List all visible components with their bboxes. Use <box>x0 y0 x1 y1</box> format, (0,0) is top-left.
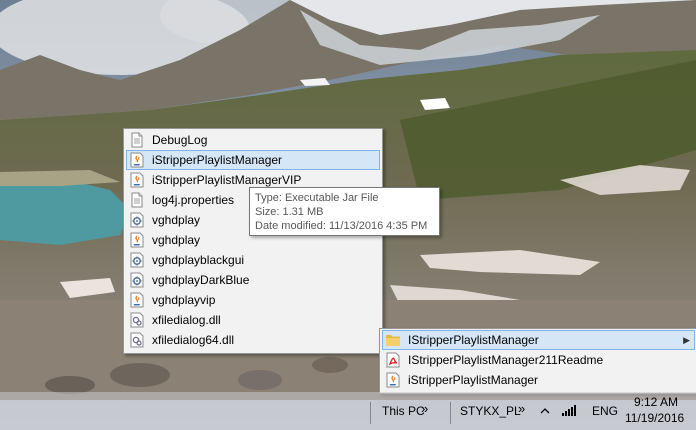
toolbar-chevron-right[interactable]: » <box>518 401 525 416</box>
menu-item[interactable]: vghdplayblackgui <box>126 250 380 270</box>
settings-file-icon <box>129 212 145 228</box>
this-pc-toolbar-button[interactable]: This PC <box>382 404 425 418</box>
menu-item-label: vghdplayvip <box>152 293 216 307</box>
menu-item-label: vghdplayDarkBlue <box>152 273 250 287</box>
menu-item-label: iStripperPlaylistManager <box>152 153 283 167</box>
menu-item[interactable]: vghdplayDarkBlue <box>126 270 380 290</box>
dll-file-icon <box>129 312 145 328</box>
menu-item-label: vghdplay <box>152 213 201 227</box>
menu-item-label: vghdplayblackgui <box>152 253 245 267</box>
dll-file-icon <box>129 332 145 348</box>
text-file-icon <box>129 132 145 148</box>
menu-item-label: iStripperPlaylistManagerVIP <box>152 173 302 187</box>
text-file-icon <box>129 192 145 208</box>
menu-item-label: xfiledialog.dll <box>152 313 221 327</box>
toolbar-chevron-left[interactable]: » <box>421 401 428 416</box>
toolbar-menu: IStripperPlaylistManager ▶ IStripperPlayli… <box>379 328 696 394</box>
java-jar-icon <box>129 232 145 248</box>
settings-file-icon <box>129 252 145 268</box>
folder-icon <box>385 332 401 348</box>
clock-time[interactable]: 9:12 AM <box>634 395 678 409</box>
java-jar-icon <box>385 372 401 388</box>
menu-item[interactable]: iStripperPlaylistManager <box>382 370 695 390</box>
menu-item[interactable]: vghdplayvip <box>126 290 380 310</box>
tooltip-type: Type: Executable Jar File <box>255 192 379 204</box>
folder-contents-menu: DebugLog iStripperPlaylistManager iStrippe… <box>123 128 383 354</box>
java-jar-icon <box>129 152 145 168</box>
menu-item[interactable]: DebugLog <box>126 130 380 150</box>
menu-item[interactable]: xfiledialog64.dll <box>126 330 380 350</box>
menu-item-label: xfiledialog64.dll <box>152 333 235 347</box>
taskbar-separator <box>370 402 371 424</box>
tooltip-date-modified: Date modified: 11/13/2016 4:35 PM <box>255 220 428 232</box>
java-jar-icon <box>129 172 145 188</box>
menu-item-label: iStripperPlaylistManager <box>408 373 539 387</box>
java-jar-icon <box>129 292 145 308</box>
pdf-file-icon <box>385 352 401 368</box>
stykx-pl-toolbar-button[interactable]: STYKX_PL <box>460 404 521 418</box>
show-hidden-icons-icon[interactable] <box>540 405 550 419</box>
menu-item[interactable]: IStripperPlaylistManager ▶ <box>382 330 695 350</box>
menu-item-label: IStripperPlaylistManager <box>408 333 539 347</box>
submenu-arrow-icon: ▶ <box>683 335 690 345</box>
menu-item[interactable]: xfiledialog.dll <box>126 310 380 330</box>
file-info-tooltip: Type: Executable Jar File Size: 1.31 MB … <box>249 187 440 236</box>
menu-item[interactable]: IStripperPlaylistManager211Readme <box>382 350 695 370</box>
settings-file-icon <box>129 272 145 288</box>
menu-item-label: vghdplay <box>152 233 201 247</box>
clock-date[interactable]: 11/19/2016 <box>625 411 684 425</box>
input-language-indicator[interactable]: ENG <box>592 404 618 418</box>
menu-item-label: IStripperPlaylistManager211Readme <box>408 353 604 367</box>
menu-item-label: log4j.properties <box>152 193 235 207</box>
taskbar-separator <box>450 402 451 424</box>
tooltip-size: Size: 1.31 MB <box>255 206 324 218</box>
menu-item-label: DebugLog <box>152 133 208 147</box>
network-signal-icon[interactable] <box>561 403 577 420</box>
menu-item[interactable]: iStripperPlaylistManager <box>126 150 380 170</box>
